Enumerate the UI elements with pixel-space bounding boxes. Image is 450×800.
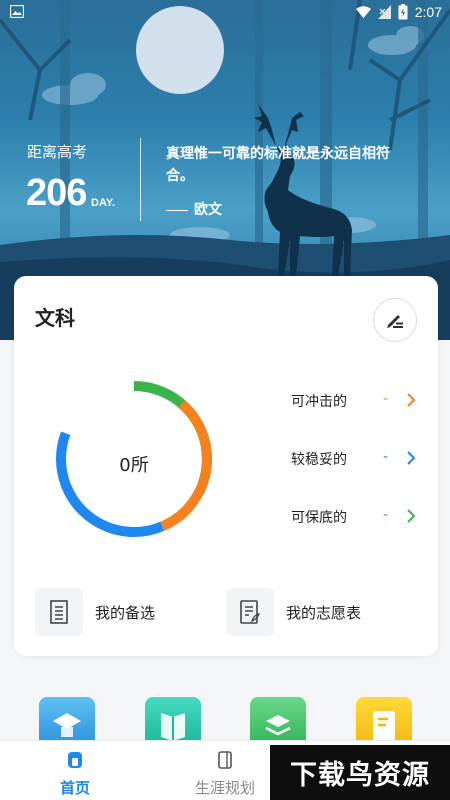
my-application-form-button[interactable]: 我的志愿表 [226,588,361,636]
home-icon [68,752,82,768]
action-label: 我的志愿表 [286,603,362,622]
category-row-backup[interactable]: 可保底的 - [291,505,421,529]
category-value: - [383,507,389,523]
status-time: 2:07 [414,4,442,20]
wifi-icon [355,5,371,18]
form-edit-icon [226,588,274,636]
image-notification-icon [10,5,24,18]
quote-author: 欧文 [166,199,222,219]
pencil-icon [387,315,403,328]
tab-label: 生涯规划 [194,779,255,797]
category-value: - [383,449,389,465]
chevron-right-icon [407,451,416,465]
chevron-right-icon [407,509,416,523]
hero-divider [140,138,141,221]
subject-card: 文科 0所 可冲击的 - 较稳妥的 - 可保底的 - 我的备选 我的志愿表 [14,276,438,656]
category-value: - [383,391,389,407]
category-row-reach[interactable]: 可冲击的 - [291,389,421,413]
notebook-icon [218,751,232,769]
donut-center-count: 0所 [119,455,149,476]
quote-author-name: 欧文 [194,202,222,218]
watermark-text: 下载鸟资源 [290,760,430,791]
status-bar: 2:07 [0,0,450,24]
list-icon [35,588,83,636]
category-label: 可冲击的 [291,394,347,410]
signal-icon [377,5,391,19]
countdown-days: 206 [26,172,87,214]
action-label: 我的备选 [95,603,156,622]
category-row-safe[interactable]: 较稳妥的 - [291,447,421,471]
countdown-label: 距离高考 [27,143,88,161]
card-title: 文科 [35,306,75,330]
category-label: 较稳妥的 [291,452,347,468]
edit-button[interactable] [373,298,417,342]
author-dash [166,209,188,211]
category-label: 可保底的 [291,510,347,526]
watermark-logo: 下载鸟资源 [270,745,450,800]
countdown-unit: DAY. [91,197,116,209]
tab-label: 首页 [59,779,90,797]
battery-charging-icon [398,4,408,20]
my-shortlist-button[interactable]: 我的备选 [35,588,155,636]
chevron-right-icon [407,393,416,407]
quote-text: 真理惟一可靠的标准就是永远自相符合。 [166,146,390,184]
tab-home[interactable]: 首页 [19,741,131,800]
tab-career-planning[interactable]: 生涯规划 [169,741,281,800]
